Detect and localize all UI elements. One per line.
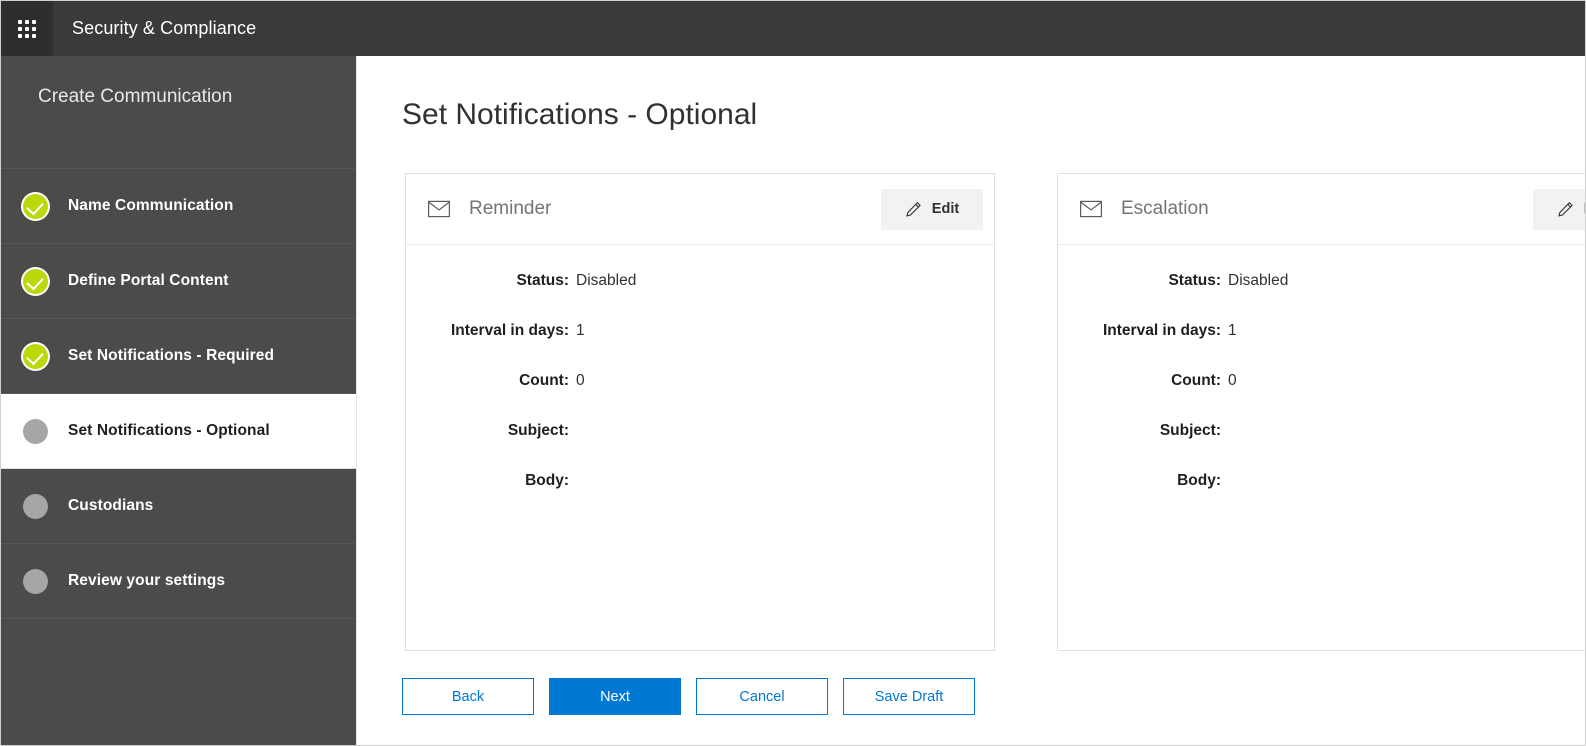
sidebar-step-define-portal-content[interactable]: Define Portal Content [1,244,356,319]
field-label: Subject: [1159,422,1221,439]
step-pending-circle-icon [23,568,48,594]
field-row: Count: 0 [406,372,994,422]
sidebar-step-set-notifications-required[interactable]: Set Notifications - Required [1,319,356,394]
back-button[interactable]: Back [402,678,534,715]
field-value: Disabled [1228,272,1289,289]
sidebar-step-label: Review your settings [68,572,226,589]
field-label: Interval in days: [1102,322,1221,339]
field-label: Subject: [507,422,569,439]
sidebar-step-label: Define Portal Content [68,272,229,289]
envelope-icon [428,198,450,220]
sidebar-step-custodians[interactable]: Custodians [1,469,356,544]
field-label: Interval in days: [450,322,569,339]
cancel-button[interactable]: Cancel [696,678,828,715]
field-value: Disabled [576,272,637,289]
field-value: 1 [1228,322,1237,339]
field-value: 0 [1228,372,1237,389]
field-value: 1 [576,322,585,339]
field-row: Count: 0 [1058,372,1585,422]
step-complete-check-icon [23,193,48,219]
app-launcher-button[interactable] [1,1,53,56]
notification-card-escalation: Escalation Edit Status: Disabled Interval in… [1057,173,1585,651]
field-row: Subject: [1058,422,1585,472]
save-draft-button[interactable]: Save Draft [843,678,975,715]
field-label: Count: [519,372,569,389]
card-title: Reminder [469,198,552,219]
sidebar-step-name-communication[interactable]: Name Communication [1,169,356,244]
edit-button-label: Edit [931,201,960,217]
notification-card-reminder: Reminder Edit Status: Disabled Interval in d… [405,173,995,651]
pencil-icon [905,201,922,218]
field-value: 0 [576,372,585,389]
field-label: Status: [1168,272,1221,289]
app-launcher-waffle-icon [18,19,36,38]
step-complete-check-icon [23,268,48,294]
card-title: Escalation [1121,198,1209,219]
sidebar-step-label: Set Notifications - Optional [68,422,270,439]
sidebar-step-label: Set Notifications - Required [68,347,275,364]
edit-reminder-button[interactable]: Edit [881,188,983,230]
card-header: Reminder Edit [406,174,994,245]
wizard-actions: Back Next Cancel Save Draft [402,678,975,715]
field-row: Interval in days: 1 [1058,322,1585,372]
field-label: Body: [525,472,569,489]
card-body: Status: Disabled Interval in days: 1 Count: 0… [406,245,994,522]
step-pending-circle-icon [23,418,48,444]
next-button[interactable]: Next [549,678,681,715]
sidebar-step-label: Custodians [68,497,154,514]
field-row: Body: [406,472,994,522]
field-label: Body: [1177,472,1221,489]
field-row: Status: Disabled [406,272,994,322]
field-row: Interval in days: 1 [406,322,994,372]
wizard-sidebar: Create Communication Name Communication D… [1,56,356,745]
card-body: Status: Disabled Interval in days: 1 Count: 0… [1058,245,1585,522]
sidebar-step-review-your-settings[interactable]: Review your settings [1,544,356,619]
field-label: Status: [516,272,569,289]
step-pending-circle-icon [23,493,48,519]
field-label: Count: [1171,372,1221,389]
notification-cards-row: Reminder Edit Status: Disabled Interval in d… [405,173,1585,651]
edit-escalation-button[interactable]: Edit [1533,188,1585,230]
envelope-icon [1080,198,1102,220]
main-content: Set Notifications - Optional Reminder Edi… [356,56,1585,745]
suite-header-bar: Security & Compliance [1,1,1585,56]
step-complete-check-icon [23,343,48,369]
page-title: Set Notifications - Optional [402,98,758,131]
sidebar-step-set-notifications-optional[interactable]: Set Notifications - Optional [1,394,356,469]
field-row: Subject: [406,422,994,472]
app-window: Security & Compliance Create Communicati… [0,0,1586,746]
pencil-icon [1557,201,1574,218]
suite-title: Security & Compliance [72,18,257,38]
wizard-step-list: Name Communication Define Portal Content S… [1,169,356,619]
field-row: Body: [1058,472,1585,522]
wizard-heading: Create Communication [1,56,356,169]
field-row: Status: Disabled [1058,272,1585,322]
card-header: Escalation Edit [1058,174,1585,245]
sidebar-step-label: Name Communication [68,197,234,214]
